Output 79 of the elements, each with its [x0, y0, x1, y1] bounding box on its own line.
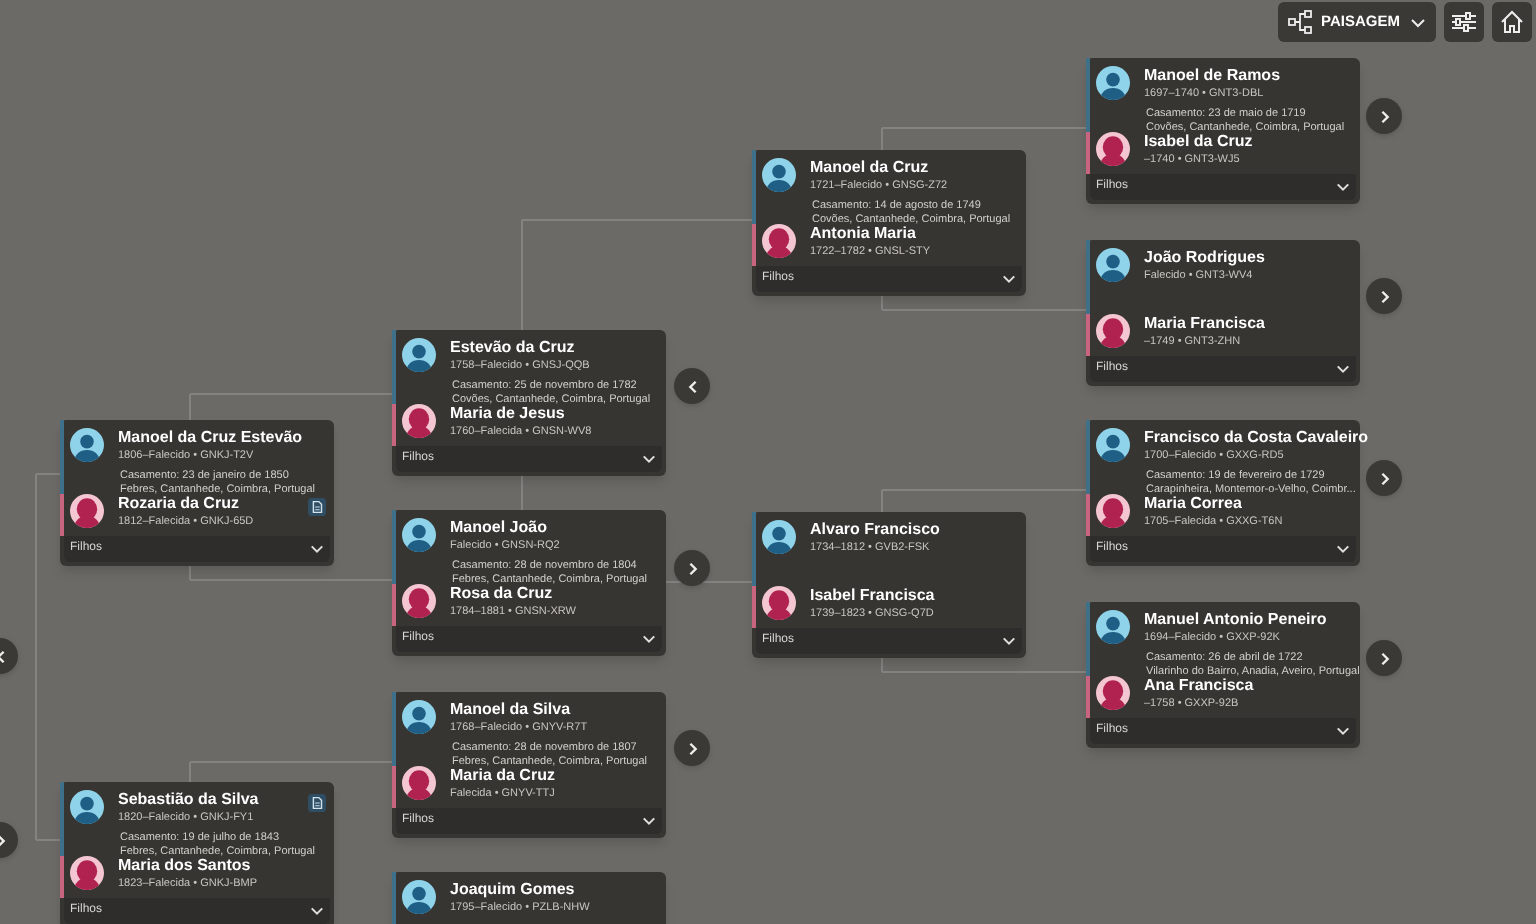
chevron-down-icon — [1336, 182, 1350, 192]
person-name: Manuel Antonio Peneiro — [1144, 610, 1327, 630]
person-name: Manoel da Cruz — [810, 158, 931, 178]
female-avatar-icon — [402, 584, 436, 618]
female-avatar-icon — [1096, 314, 1130, 348]
person-name: Isabel Francisca — [810, 586, 935, 606]
female-avatar-icon — [402, 766, 436, 800]
chevron-down-icon — [1336, 726, 1350, 736]
male-avatar-icon — [1096, 428, 1130, 462]
chevron-right-icon — [687, 561, 697, 575]
chevron-down-icon — [1410, 17, 1426, 27]
female-avatar-icon — [1096, 132, 1130, 166]
chevron-right-icon — [1379, 109, 1389, 123]
chevron-down-icon — [642, 454, 656, 464]
chevron-down-icon — [642, 634, 656, 644]
sliders-icon — [1452, 12, 1476, 32]
chevron-down-icon — [1002, 274, 1016, 284]
person-name: Antonia Maria — [810, 224, 918, 244]
person-name: Manoel de Ramos — [1144, 66, 1281, 86]
male-avatar-icon — [1096, 248, 1130, 282]
collapse-button[interactable] — [674, 368, 710, 404]
person-name: Manoel da Cruz Estevão — [118, 428, 303, 448]
tree-icon — [1287, 10, 1312, 34]
document-icon[interactable] — [308, 794, 326, 812]
male-avatar-icon — [1096, 66, 1130, 100]
chevron-down-icon — [1336, 364, 1350, 374]
chevron-right-icon — [687, 741, 697, 755]
male-avatar-icon — [402, 518, 436, 552]
person-name: Maria de Jesus — [450, 404, 567, 424]
expand-button[interactable] — [674, 730, 710, 766]
expand-button[interactable] — [1366, 640, 1402, 676]
chevron-right-icon — [1379, 651, 1389, 665]
person-name: Alvaro Francisco — [810, 520, 940, 540]
home-icon — [1500, 10, 1524, 34]
male-avatar-icon — [402, 338, 436, 372]
female-avatar-icon — [402, 404, 436, 438]
chevron-right-icon — [1379, 289, 1389, 303]
male-avatar-icon — [70, 790, 104, 824]
person-name: Francisco da Costa Cavaleiro — [1144, 428, 1369, 448]
person-name: Isabel da Cruz — [1144, 132, 1253, 152]
person-name: Manoel João — [450, 518, 549, 538]
person-name: Sebastião da Silva — [118, 790, 259, 810]
person-name: Maria da Cruz — [450, 766, 555, 786]
person-name: Maria dos Santos — [118, 856, 253, 876]
female-avatar-icon — [1096, 494, 1130, 528]
chevron-left-icon — [687, 379, 697, 393]
person-name: Ana Francisca — [1144, 676, 1254, 696]
person-name: João Rodrigues — [1144, 248, 1265, 268]
male-avatar-icon — [402, 700, 436, 734]
chevron-down-icon — [1336, 544, 1350, 554]
expand-button[interactable] — [1366, 460, 1402, 496]
female-avatar-icon — [70, 856, 104, 890]
person-name: Manoel da Silva — [450, 700, 573, 720]
male-avatar-icon — [1096, 610, 1130, 644]
person-name: Rosa da Cruz — [450, 584, 555, 604]
person-name: Estevão da Cruz — [450, 338, 577, 358]
filter-button[interactable] — [1444, 2, 1484, 42]
female-avatar-icon — [762, 224, 796, 258]
chevron-down-icon — [310, 544, 324, 554]
expand-button[interactable] — [674, 550, 710, 586]
document-icon[interactable] — [308, 498, 326, 516]
female-avatar-icon — [70, 494, 104, 528]
person-name: Rozaria da Cruz — [118, 494, 241, 514]
home-button[interactable] — [1492, 2, 1532, 42]
male-avatar-icon — [402, 880, 436, 914]
male-avatar-icon — [762, 158, 796, 192]
expand-button[interactable] — [1366, 98, 1402, 134]
female-avatar-icon — [1096, 676, 1130, 710]
male-avatar-icon — [70, 428, 104, 462]
person-name: Joaquim Gomes — [450, 880, 577, 900]
expand-button[interactable] — [1366, 278, 1402, 314]
female-avatar-icon — [762, 586, 796, 620]
person-name: Maria Francisca — [1144, 314, 1265, 334]
chevron-down-icon — [310, 906, 324, 916]
person-name: Maria Correa — [1144, 494, 1244, 514]
chevron-down-icon — [642, 816, 656, 826]
chevron-down-icon — [1002, 636, 1016, 646]
chevron-right-icon — [1379, 471, 1389, 485]
male-avatar-icon — [762, 520, 796, 554]
